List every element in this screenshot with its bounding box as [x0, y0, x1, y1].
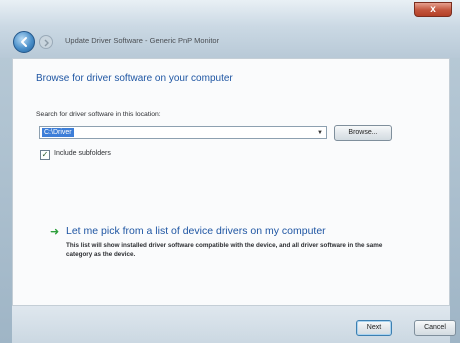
next-button[interactable]: Next [356, 320, 392, 336]
pick-from-list-description: This list will show installed driver sof… [66, 242, 383, 258]
location-combobox[interactable]: C:\Driver ▼ [39, 126, 327, 139]
pick-from-list-link[interactable]: Let me pick from a list of device driver… [66, 225, 326, 237]
cancel-button[interactable]: Cancel [414, 320, 456, 336]
forward-button[interactable] [39, 35, 53, 49]
close-icon: x [430, 3, 436, 15]
wizard-content [12, 58, 450, 306]
page-heading: Browse for driver software on your compu… [36, 73, 233, 84]
back-arrow-icon [21, 37, 27, 47]
back-button[interactable] [13, 31, 35, 53]
forward-arrow-icon [44, 39, 49, 47]
browse-button[interactable]: Browse... [334, 125, 392, 141]
include-subfolders-checkbox[interactable]: ✓ [40, 150, 50, 160]
location-value[interactable]: C:\Driver [42, 128, 74, 137]
green-arrow-icon: ➜ [50, 226, 60, 238]
title-bar [0, 0, 460, 58]
include-subfolders-label[interactable]: Include subfolders [54, 150, 111, 157]
window-title: Update Driver Software - Generic PnP Mon… [65, 36, 220, 45]
search-location-label: Search for driver software in this locat… [36, 111, 161, 118]
close-button[interactable]: x [414, 2, 452, 17]
update-driver-window: x Update Driver Software - Generic PnP M… [0, 0, 460, 343]
chevron-down-icon[interactable]: ▼ [316, 129, 324, 137]
